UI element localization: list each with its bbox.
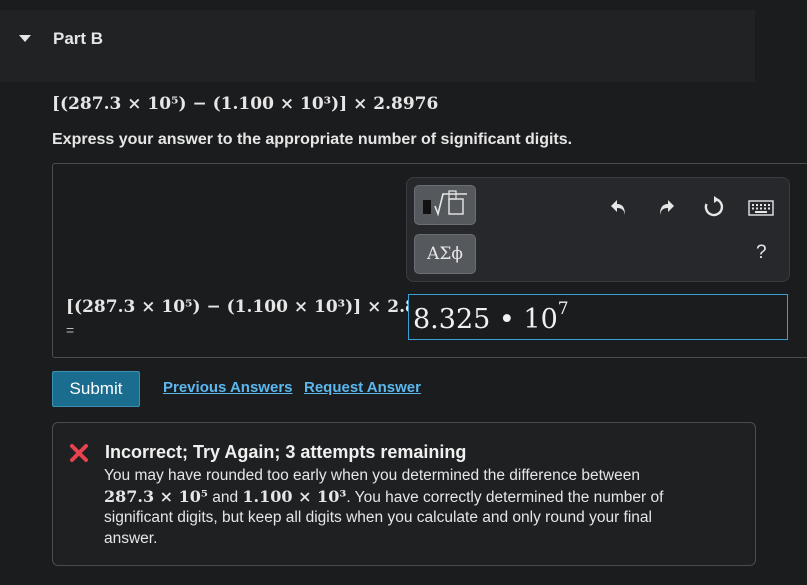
redo-icon[interactable]: [655, 196, 677, 218]
answer-lhs-expression: [(287.3 × 10⁵) − (1.100 × 10³)] × 2.8976: [66, 297, 453, 317]
feedback-body: You may have rounded too early when you …: [104, 466, 714, 549]
previous-answers-link[interactable]: Previous Answers: [163, 379, 293, 396]
instruction-text: Express your answer to the appropriate n…: [52, 131, 573, 148]
equals-sign: =: [66, 322, 75, 338]
feedback-line-3: significant digits, but keep all digits …: [104, 509, 652, 526]
caret-down-icon[interactable]: [19, 35, 31, 42]
feedback-line-4: answer.: [104, 529, 158, 547]
problem-expression: [(287.3 × 10⁵) − (1.100 × 10³)] × 2.8976: [52, 94, 439, 114]
submit-button[interactable]: Submit: [52, 371, 140, 407]
answer-input[interactable]: 8.325 • 107: [408, 294, 788, 340]
templates-icon: [423, 190, 467, 217]
keyboard-icon[interactable]: [748, 200, 774, 216]
incorrect-x-icon: [69, 443, 89, 468]
part-header[interactable]: [0, 10, 755, 82]
undo-icon[interactable]: [608, 196, 630, 218]
reset-icon[interactable]: [703, 196, 725, 218]
feedback-line-1: You may have rounded too early when you …: [104, 467, 640, 484]
feedback-title: Incorrect; Try Again; 3 attempts remaini…: [105, 442, 467, 462]
templates-button[interactable]: [414, 185, 476, 225]
feedback-and: and: [207, 488, 243, 506]
feedback-value-a: 287.3 × 10⁵: [104, 486, 208, 506]
request-answer-link[interactable]: Request Answer: [304, 379, 421, 396]
part-title: Part B: [53, 29, 104, 48]
greek-symbols-button[interactable]: ΑΣϕ: [414, 234, 476, 274]
answer-mantissa: 8.325 • 10: [413, 304, 558, 335]
feedback-line-2-rest: . You have correctly determined the numb…: [346, 488, 664, 506]
help-icon[interactable]: ?: [756, 242, 767, 264]
feedback-line-2: 287.3 × 10⁵ and 1.100 × 10³. You have co…: [104, 487, 714, 509]
feedback-value-b: 1.100 × 10³: [242, 486, 347, 506]
answer-exponent: 7: [557, 299, 569, 319]
